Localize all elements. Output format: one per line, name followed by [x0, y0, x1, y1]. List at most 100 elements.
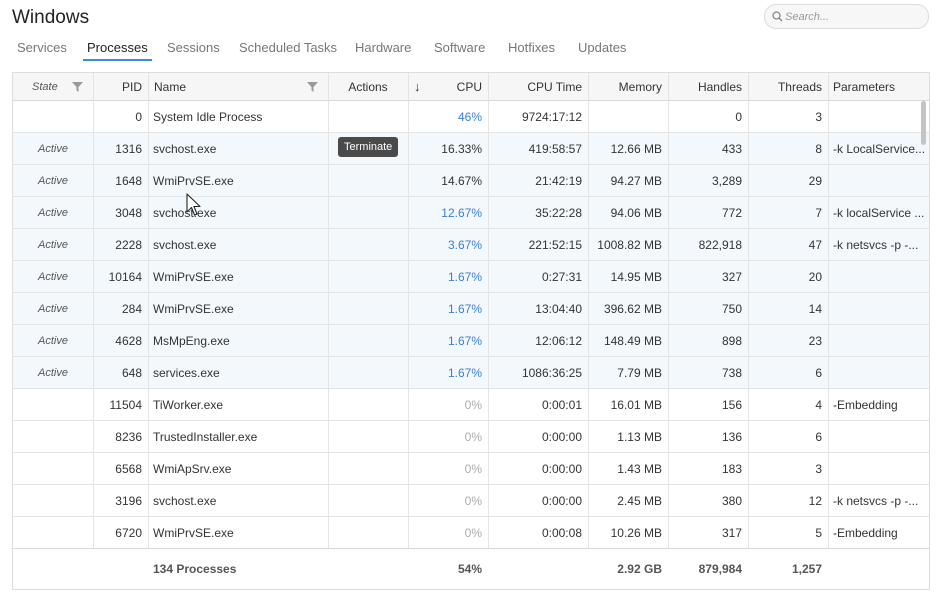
cell-state — [13, 517, 93, 548]
cell-cpu-time: 13:04:40 — [535, 301, 582, 316]
cell-state — [13, 485, 93, 516]
cell-handles: 738 — [721, 365, 742, 380]
table-row[interactable]: 8236 TrustedInstaller.exe 0% 0:00:00 1.13 MB… — [13, 421, 929, 453]
column-header-handles[interactable]: Handles — [668, 73, 748, 100]
cell-handles: 0 — [735, 109, 742, 124]
column-header-threads[interactable]: Threads — [748, 73, 828, 100]
column-header-memory[interactable]: Memory — [588, 73, 668, 100]
cell-pid: 11504 — [109, 397, 142, 412]
cell-cpu: 0% — [464, 493, 482, 508]
name-header-label: Name — [154, 79, 187, 94]
cell-parameters: -k netsvcs -p -... — [833, 493, 919, 508]
cell-handles: 433 — [721, 141, 742, 156]
column-header-cpu[interactable]: ↓ CPU — [408, 73, 488, 100]
cell-parameters — [828, 293, 929, 324]
column-header-actions[interactable]: Actions — [328, 73, 408, 100]
column-header-cpu-time[interactable]: CPU Time — [488, 73, 588, 100]
table-row[interactable]: Active 2228 svchost.exe 3.67% 221:52:15 1008.… — [13, 229, 929, 261]
table-row[interactable]: Active 10164 WmiPrvSE.exe 1.67% 0:27:31 14.95… — [13, 261, 929, 293]
cell-cpu: 1.67% — [447, 301, 482, 316]
tab-hardware[interactable]: Hardware — [355, 40, 411, 55]
cell-cpu-time: 9724:17:12 — [521, 109, 582, 124]
tab-software[interactable]: Software — [434, 40, 485, 55]
tab-services[interactable]: Services — [17, 40, 67, 55]
cell-threads: 6 — [815, 365, 822, 380]
cell-name: WmiPrvSE.exe — [153, 269, 234, 284]
cell-memory: 14.95 MB — [610, 269, 662, 284]
column-header-pid[interactable]: PID — [93, 73, 148, 100]
cell-memory: 16.01 MB — [610, 397, 662, 412]
tab-processes[interactable]: Processes — [83, 40, 152, 61]
cell-memory: 148.49 MB — [603, 333, 662, 348]
cell-cpu: 0% — [464, 429, 482, 444]
cell-memory: 1008.82 MB — [597, 237, 662, 252]
table-row[interactable]: Active 284 WmiPrvSE.exe 1.67% 13:04:40 396.62… — [13, 293, 929, 325]
cell-threads: 8 — [815, 141, 822, 156]
cell-cpu: 12.67% — [441, 205, 482, 220]
cell-handles: 317 — [721, 525, 742, 540]
terminate-tooltip-button[interactable]: Terminate — [338, 137, 399, 157]
cell-handles: 898 — [721, 333, 742, 348]
cell-parameters: -k localService ... — [833, 205, 925, 220]
column-header-state[interactable]: State — [13, 73, 93, 100]
cell-state: Active — [38, 366, 68, 379]
cell-cpu-time: 221:52:15 — [528, 237, 582, 252]
cell-name: MsMpEng.exe — [153, 333, 230, 348]
cell-cpu: 1.67% — [447, 333, 482, 348]
cell-threads: 23 — [808, 333, 822, 348]
filter-icon[interactable] — [307, 82, 318, 92]
cell-cpu-time: 0:27:31 — [541, 269, 582, 284]
footer-process-count: 134 Processes — [153, 562, 237, 576]
column-divider — [748, 73, 749, 548]
cell-cpu-time: 21:42:19 — [535, 173, 582, 188]
tab-hotfixes[interactable]: Hotfixes — [508, 40, 555, 55]
tab-updates[interactable]: Updates — [578, 40, 626, 55]
column-divider — [668, 73, 669, 548]
cell-name: WmiApSrv.exe — [153, 461, 232, 476]
table-row[interactable]: Active 4628 MsMpEng.exe 1.67% 12:06:12 148.49… — [13, 325, 929, 357]
cell-memory: 94.27 MB — [610, 173, 662, 188]
column-header-name[interactable]: Name — [148, 73, 328, 100]
table-row[interactable]: 6720 WmiPrvSE.exe 0% 0:00:08 10.26 MB 317 5 -Em… — [13, 517, 929, 548]
cell-parameters: -k LocalService... — [833, 141, 926, 156]
tab-scheduled-tasks[interactable]: Scheduled Tasks — [239, 40, 337, 55]
cell-name: WmiPrvSE.exe — [153, 525, 234, 540]
cell-handles: 822,918 — [698, 237, 742, 252]
table-body: 0 System Idle Process 46% 9724:17:12 0 3 Activ… — [13, 101, 929, 548]
column-header-parameters[interactable]: Parameters — [828, 73, 929, 100]
table-row[interactable]: Active 3048 svchost.exe 12.67% 35:22:28 94.06… — [13, 197, 929, 229]
cell-pid: 0 — [135, 109, 142, 124]
cell-name: svchost.exe — [153, 141, 217, 156]
cell-name: WmiPrvSE.exe — [153, 301, 234, 316]
cell-cpu: 0% — [464, 397, 482, 412]
table-footer: 134 Processes 54% 2.92 GB 879,984 1,257 — [13, 548, 929, 589]
cell-pid: 284 — [121, 301, 142, 316]
cell-memory: 396.62 MB — [603, 301, 662, 316]
cell-threads: 29 — [808, 173, 822, 188]
cell-threads: 20 — [808, 269, 822, 284]
table-row[interactable]: 3196 svchost.exe 0% 0:00:00 2.45 MB 380 12 -k n… — [13, 485, 929, 517]
vertical-scrollbar[interactable] — [921, 101, 926, 145]
table-row[interactable]: Active 1316 svchost.exe 16.33% 419:58:57 12.6… — [13, 133, 929, 165]
filter-icon[interactable] — [72, 82, 83, 92]
tab-sessions[interactable]: Sessions — [167, 40, 220, 55]
cell-cpu: 46% — [457, 109, 482, 124]
cell-pid: 3048 — [115, 205, 142, 220]
cell-memory: 1.43 MB — [617, 461, 662, 476]
cell-state: Active — [38, 174, 68, 187]
table-row[interactable]: 6568 WmiApSrv.exe 0% 0:00:00 1.43 MB 183 3 — [13, 453, 929, 485]
cell-memory: 10.26 MB — [610, 525, 662, 540]
table-row[interactable]: 11504 TiWorker.exe 0% 0:00:01 16.01 MB 156 4 -E… — [13, 389, 929, 421]
table-row[interactable]: 0 System Idle Process 46% 9724:17:12 0 3 — [13, 101, 929, 133]
search-input[interactable] — [785, 9, 920, 25]
cell-pid: 2228 — [115, 237, 142, 252]
cell-cpu: 3.67% — [447, 237, 482, 252]
cell-parameters — [828, 453, 929, 484]
state-header-label: State — [32, 80, 58, 93]
table-row[interactable]: Active 648 services.exe 1.67% 1086:36:25 7.79… — [13, 357, 929, 389]
table-row[interactable]: Active 1648 WmiPrvSE.exe 14.67% 21:42:19 94.2… — [13, 165, 929, 197]
column-divider — [93, 73, 94, 548]
cell-memory: 2.45 MB — [617, 493, 662, 508]
cell-pid: 6568 — [115, 461, 142, 476]
search-box[interactable] — [764, 4, 929, 29]
